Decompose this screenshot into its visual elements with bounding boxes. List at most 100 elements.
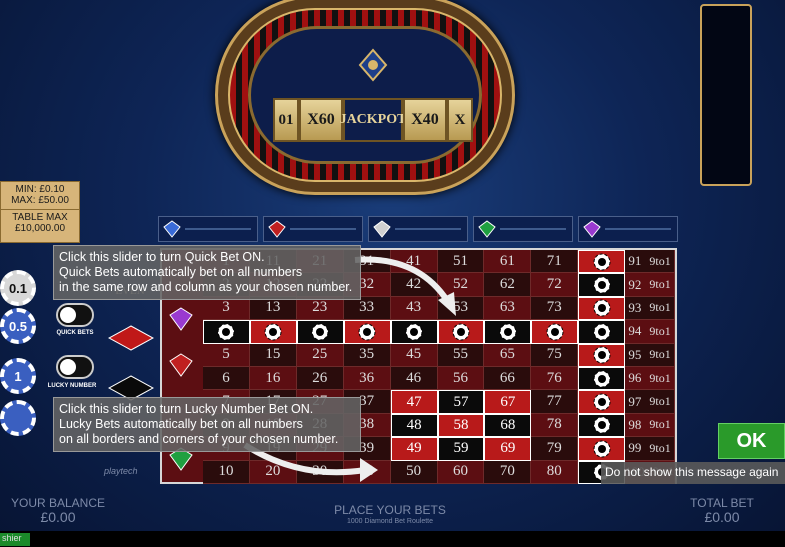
cell-label: 25 (312, 346, 328, 363)
number-cell[interactable]: 6 (203, 366, 250, 391)
number-cell[interactable]: 15 (249, 343, 297, 367)
number-cell[interactable]: 66 (484, 366, 532, 391)
cell-label: 73 (546, 299, 562, 316)
diamond-bet-green[interactable] (473, 216, 573, 242)
red-diamond-bet-icon[interactable] (108, 325, 154, 351)
diamond-bet-blue[interactable] (158, 216, 258, 242)
number-cell[interactable]: 36 (343, 366, 391, 391)
purple-gem-icon[interactable] (168, 306, 194, 332)
quick-bets-toggle[interactable] (56, 303, 94, 327)
column-bet-cell[interactable]: 95 9to1 (625, 343, 675, 367)
chip-next[interactable] (0, 400, 36, 436)
number-cell[interactable]: 63 (484, 296, 532, 321)
number-cell[interactable]: 26 (296, 366, 344, 391)
number-cell[interactable]: 13 (249, 296, 297, 321)
number-cell[interactable]: 46 (390, 366, 438, 391)
cell-label: 49 (406, 440, 422, 457)
number-cell[interactable] (578, 437, 626, 461)
column-bet-cell[interactable]: 92 9to1 (625, 273, 675, 297)
red-gem-icon[interactable] (168, 352, 194, 378)
number-cell[interactable] (578, 390, 626, 414)
number-cell[interactable] (578, 273, 626, 297)
number-cell[interactable]: 61 (484, 250, 532, 274)
chip-marker-icon (593, 253, 611, 271)
number-cell[interactable]: 49 (390, 437, 438, 461)
number-cell[interactable]: 50 (390, 460, 438, 484)
number-cell[interactable]: 3 (203, 296, 250, 321)
diamond-bet-red[interactable] (263, 216, 363, 242)
column-bet-cell[interactable]: 98 9to1 (625, 413, 675, 438)
column-bet-cell[interactable]: 91 9to1 (625, 250, 675, 274)
do-not-show-again[interactable]: Do not show this message again (601, 462, 785, 484)
number-cell[interactable] (578, 296, 626, 321)
number-cell[interactable] (296, 320, 344, 344)
number-cell[interactable]: 69 (484, 437, 532, 461)
number-cell[interactable] (578, 413, 626, 438)
number-cell[interactable]: 47 (390, 390, 438, 414)
number-cell[interactable]: 78 (531, 413, 579, 438)
number-cell[interactable]: 57 (437, 390, 485, 414)
number-cell[interactable]: 48 (390, 413, 438, 438)
number-cell[interactable]: 58 (437, 413, 485, 438)
cell-label: 59 (453, 440, 469, 457)
number-cell[interactable] (390, 320, 438, 344)
table-max-value: £10,000.00 (14, 223, 66, 234)
number-cell[interactable]: 16 (249, 366, 297, 391)
diamond-bet-white[interactable] (368, 216, 468, 242)
number-cell[interactable] (531, 320, 579, 344)
cell-label: 77 (546, 393, 562, 410)
chip-0-1[interactable]: 0.1 (0, 270, 36, 306)
number-cell[interactable]: 76 (531, 366, 579, 391)
multiplier-x60: X60 (299, 98, 343, 142)
column-bet-cell[interactable]: 99 9to1 (625, 437, 675, 461)
number-cell[interactable]: 55 (437, 343, 485, 367)
green-diamond-icon (478, 220, 496, 238)
number-cell[interactable]: 60 (437, 460, 485, 484)
toggle-knob (60, 359, 76, 375)
ok-button[interactable]: OK (718, 423, 785, 459)
number-cell[interactable]: 80 (531, 460, 579, 484)
number-cell[interactable]: 65 (484, 343, 532, 367)
chip-1[interactable]: 1 (0, 358, 36, 394)
payout-label: 9to1 (649, 347, 671, 362)
number-cell[interactable] (437, 320, 485, 344)
column-bet-cell[interactable]: 96 9to1 (625, 366, 675, 391)
number-cell[interactable]: 59 (437, 437, 485, 461)
number-cell[interactable]: 56 (437, 366, 485, 391)
number-cell[interactable] (203, 320, 250, 344)
number-cell[interactable]: 71 (531, 250, 579, 274)
number-cell[interactable] (484, 320, 532, 344)
number-cell[interactable]: 25 (296, 343, 344, 367)
diamond-bet-purple[interactable] (578, 216, 678, 242)
jackpot-label: JACKPOT (340, 98, 406, 142)
number-cell[interactable]: 70 (484, 460, 532, 484)
number-cell[interactable]: 5 (203, 343, 250, 367)
number-cell[interactable]: 79 (531, 437, 579, 461)
number-cell[interactable]: 75 (531, 343, 579, 367)
lucky-number-toggle[interactable] (56, 355, 94, 379)
number-cell[interactable]: 77 (531, 390, 579, 414)
chip-0-5[interactable]: 0.5 (0, 308, 36, 344)
cashier-button[interactable]: shier (0, 533, 30, 546)
number-cell[interactable] (249, 320, 297, 344)
table-max-label: TABLE MAX (1, 209, 79, 223)
number-cell[interactable]: 72 (531, 273, 579, 297)
cell-label: 60 (452, 463, 468, 480)
number-cell[interactable] (578, 320, 626, 344)
number-cell[interactable]: 23 (296, 296, 344, 321)
number-cell[interactable] (578, 366, 626, 391)
number-cell[interactable] (343, 320, 391, 344)
column-bet-cell[interactable]: 94 9to1 (625, 320, 675, 344)
column-bet-cell[interactable]: 93 9to1 (625, 296, 675, 321)
purple-diamond-icon (583, 220, 601, 238)
number-cell[interactable]: 35 (343, 343, 391, 367)
number-cell[interactable] (578, 343, 626, 367)
number-cell[interactable] (578, 250, 626, 274)
number-cell[interactable]: 68 (484, 413, 532, 438)
number-cell[interactable]: 67 (484, 390, 532, 414)
column-bet-cell[interactable]: 97 9to1 (625, 390, 675, 414)
cell-label: 61 (499, 252, 515, 269)
number-cell[interactable]: 45 (390, 343, 438, 367)
number-cell[interactable]: 73 (531, 296, 579, 321)
number-cell[interactable]: 62 (484, 273, 532, 297)
